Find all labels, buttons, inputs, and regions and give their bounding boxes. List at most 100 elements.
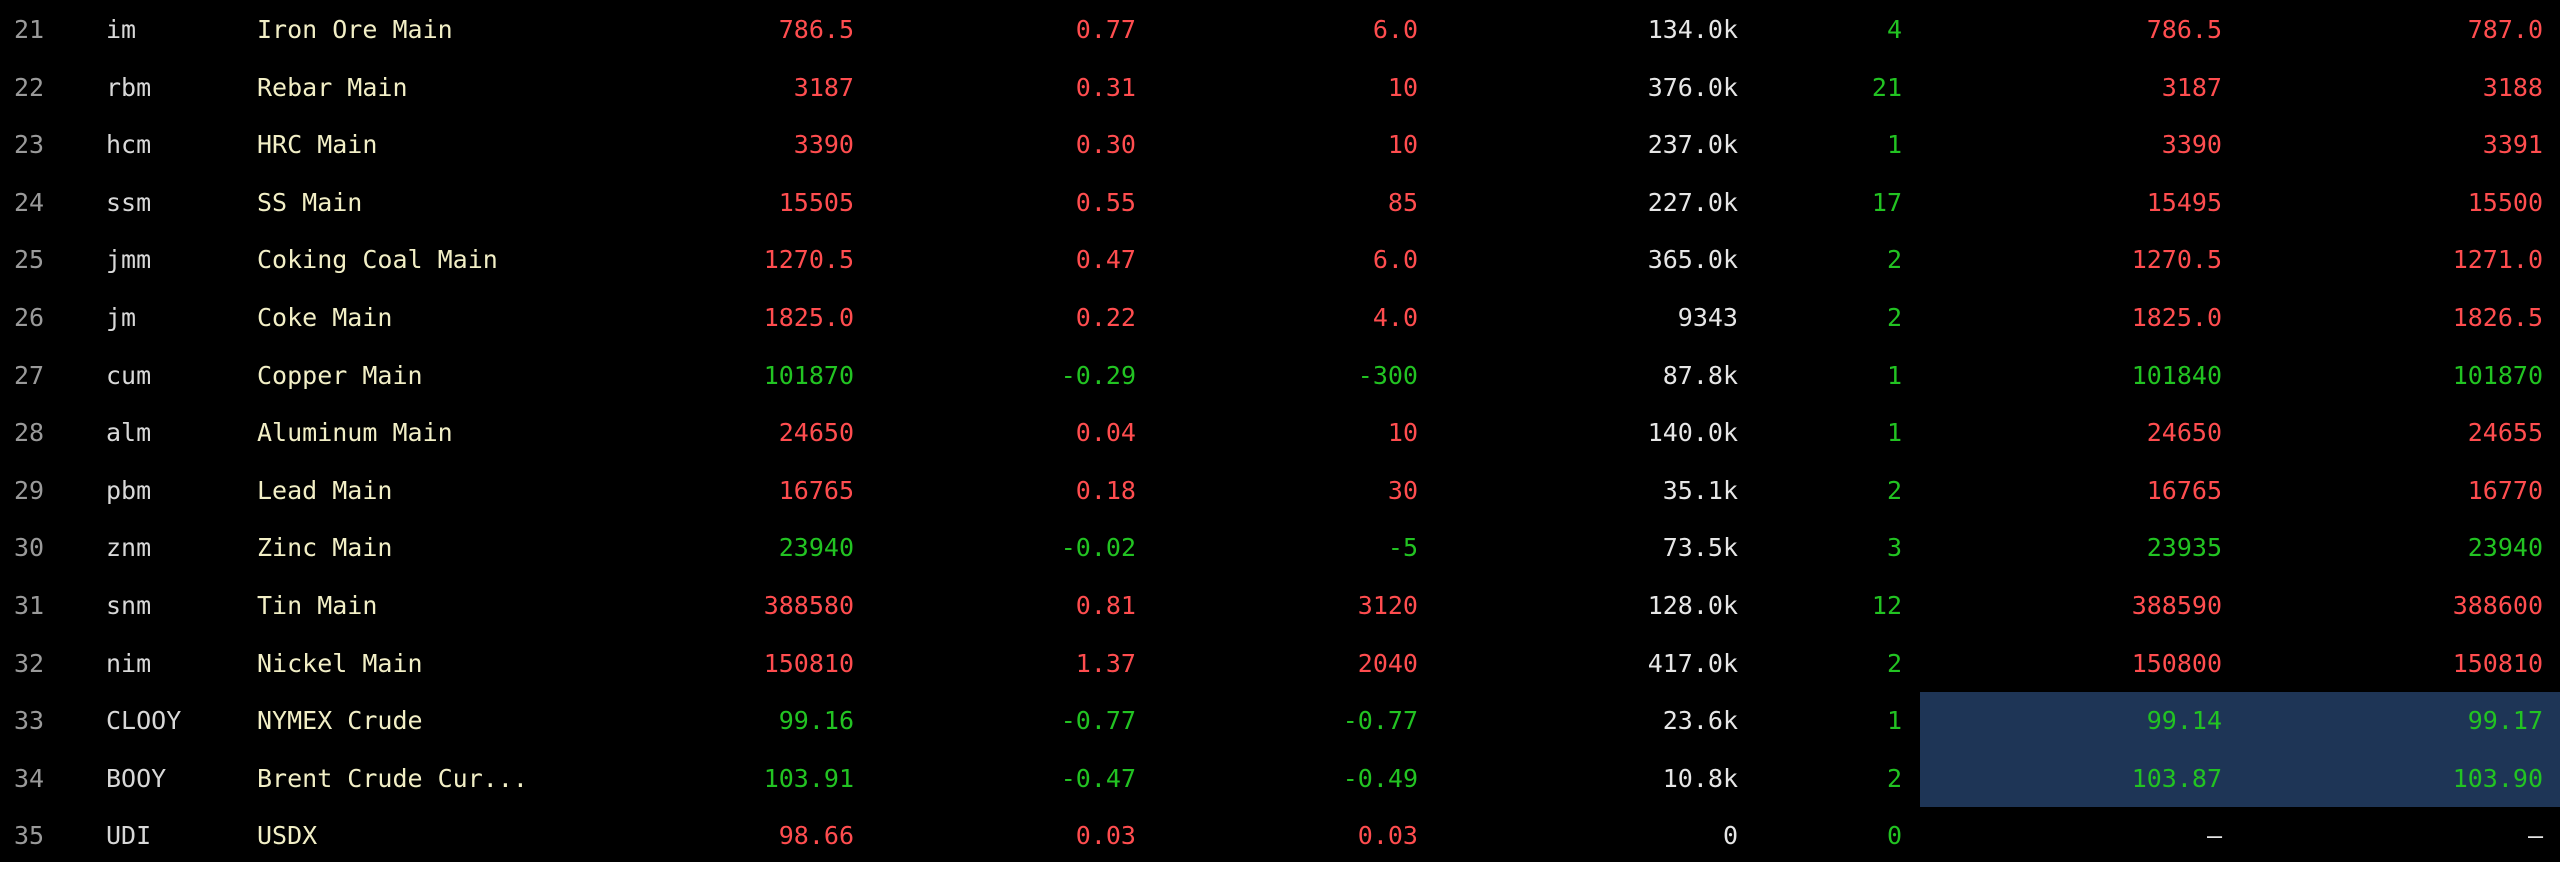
contract-name: Rebar Main <box>257 72 408 102</box>
quote-row[interactable]: 24 ssm SS Main 15505 0.55 85 227.0k 17 1… <box>0 174 2560 232</box>
last-quantity: 3 <box>1886 533 1902 563</box>
quote-row[interactable]: 23 hcm HRC Main 3390 0.30 10 237.0k 1 33… <box>0 116 2560 174</box>
volume: 140.0k <box>1647 418 1738 448</box>
quote-row[interactable]: 27 cum Copper Main 101870 -0.29 -300 87.… <box>0 347 2560 405</box>
volume: 128.0k <box>1647 591 1738 620</box>
row-index: 30 <box>14 533 45 563</box>
last-quantity: 2 <box>1886 245 1902 275</box>
bid-price: 23935 <box>2146 533 2222 563</box>
last-price: 1270.5 <box>763 245 854 275</box>
last-price: 16765 <box>778 475 854 505</box>
ask-price: 23940 <box>2467 533 2543 563</box>
contract-name: Coking Coal Main <box>257 245 498 275</box>
quote-row[interactable]: 28 alm Aluminum Main 24650 0.04 10 140.0… <box>0 404 2560 462</box>
contract-name: Copper Main <box>257 360 423 390</box>
volume: 365.0k <box>1647 245 1738 275</box>
quote-row[interactable]: 34 BOOY Brent Crude Cur... 103.91 -0.47 … <box>0 749 2560 808</box>
ask-price: 3188 <box>2482 72 2543 102</box>
contract-code: alm <box>106 418 152 448</box>
last-price: 3390 <box>793 130 854 160</box>
bid-price: 16765 <box>2146 475 2222 505</box>
ask-price: 787.0 <box>2467 15 2543 44</box>
row-index: 33 <box>14 706 45 736</box>
quote-row[interactable]: 31 snm Tin Main 388580 0.81 3120 128.0k … <box>0 577 2560 635</box>
contract-code: znm <box>106 533 152 563</box>
row-index: 24 <box>14 187 45 217</box>
quote-row[interactable]: 26 jm Coke Main 1825.0 0.22 4.0 9343 2 1… <box>0 289 2560 347</box>
ask-price: – <box>2527 821 2543 851</box>
row-index: 35 <box>14 821 45 851</box>
change-amount: 0.03 <box>1357 821 1418 851</box>
bid-price: 103.87 <box>2131 763 2222 793</box>
bid-price: 786.5 <box>2146 15 2222 44</box>
quote-row[interactable]: 29 pbm Lead Main 16765 0.18 30 35.1k 2 1… <box>0 462 2560 520</box>
row-index: 21 <box>14 15 45 44</box>
change-amount: 6.0 <box>1372 15 1418 44</box>
quote-row[interactable]: 21 im Iron Ore Main 786.5 0.77 6.0 134.0… <box>0 1 2560 59</box>
contract-name: SS Main <box>257 187 363 217</box>
last-quantity: 1 <box>1886 706 1902 736</box>
contract-code: hcm <box>106 130 152 160</box>
change-percent: -0.02 <box>1060 533 1136 563</box>
quote-board: 21 im Iron Ore Main 786.5 0.77 6.0 134.0… <box>0 0 2560 862</box>
volume: 73.5k <box>1662 533 1738 563</box>
change-percent: -0.29 <box>1060 360 1136 390</box>
contract-code: rbm <box>106 72 152 102</box>
ask-price: 1826.5 <box>2452 303 2543 332</box>
quote-row[interactable]: 35 UDI USDX 98.66 0.03 0.03 0 0 – – <box>0 807 2560 862</box>
contract-code: CLOOY <box>106 706 182 736</box>
contract-code: ssm <box>106 187 152 217</box>
last-price: 3187 <box>793 72 854 102</box>
bid-price: 3390 <box>2161 130 2222 160</box>
last-quantity: 21 <box>1871 72 1902 102</box>
quote-row[interactable]: 22 rbm Rebar Main 3187 0.31 10 376.0k 21… <box>0 59 2560 117</box>
contract-name: Nickel Main <box>257 648 423 678</box>
change-percent: 0.03 <box>1075 821 1136 851</box>
last-price: 99.16 <box>778 706 854 736</box>
contract-name: Tin Main <box>257 591 378 620</box>
contract-name: Aluminum Main <box>257 418 453 448</box>
volume: 10.8k <box>1662 763 1738 793</box>
volume: 134.0k <box>1647 15 1738 44</box>
last-price: 98.66 <box>778 821 854 851</box>
contract-name: Coke Main <box>257 303 393 332</box>
last-quantity: 1 <box>1886 360 1902 390</box>
contract-code: jm <box>106 303 137 332</box>
change-amount: -300 <box>1357 360 1418 390</box>
change-percent: 0.04 <box>1075 418 1136 448</box>
contract-code: cum <box>106 360 152 390</box>
contract-code: jmm <box>106 245 152 275</box>
last-quantity: 0 <box>1886 821 1902 851</box>
contract-name: Lead Main <box>257 475 393 505</box>
change-amount: -0.77 <box>1342 706 1418 736</box>
volume: 237.0k <box>1647 130 1738 160</box>
quote-row[interactable]: 32 nim Nickel Main 150810 1.37 2040 417.… <box>0 635 2560 693</box>
ask-price: 101870 <box>2452 360 2543 390</box>
change-percent: 0.22 <box>1075 303 1136 332</box>
last-price: 150810 <box>763 648 854 678</box>
last-quantity: 2 <box>1886 763 1902 793</box>
bid-price: 15495 <box>2146 187 2222 217</box>
change-amount: 30 <box>1387 475 1418 505</box>
contract-name: NYMEX Crude <box>257 706 423 736</box>
contract-name: Zinc Main <box>257 533 393 563</box>
contract-code: snm <box>106 591 152 620</box>
row-index: 29 <box>14 475 45 505</box>
contract-name: HRC Main <box>257 130 378 160</box>
bid-price: 150800 <box>2131 648 2222 678</box>
row-index: 23 <box>14 130 45 160</box>
volume: 417.0k <box>1647 648 1738 678</box>
change-percent: 0.31 <box>1075 72 1136 102</box>
change-percent: 0.55 <box>1075 187 1136 217</box>
ask-price: 99.17 <box>2467 706 2543 736</box>
volume: 87.8k <box>1662 360 1738 390</box>
quote-row[interactable]: 33 CLOOY NYMEX Crude 99.16 -0.77 -0.77 2… <box>0 692 2560 750</box>
quote-row[interactable]: 25 jmm Coking Coal Main 1270.5 0.47 6.0 … <box>0 231 2560 289</box>
last-quantity: 4 <box>1886 15 1902 44</box>
change-amount: 2040 <box>1357 648 1418 678</box>
last-price: 1825.0 <box>763 303 854 332</box>
change-percent: 0.77 <box>1075 15 1136 44</box>
change-percent: 0.47 <box>1075 245 1136 275</box>
quote-row[interactable]: 30 znm Zinc Main 23940 -0.02 -5 73.5k 3 … <box>0 519 2560 577</box>
row-index: 22 <box>14 72 45 102</box>
